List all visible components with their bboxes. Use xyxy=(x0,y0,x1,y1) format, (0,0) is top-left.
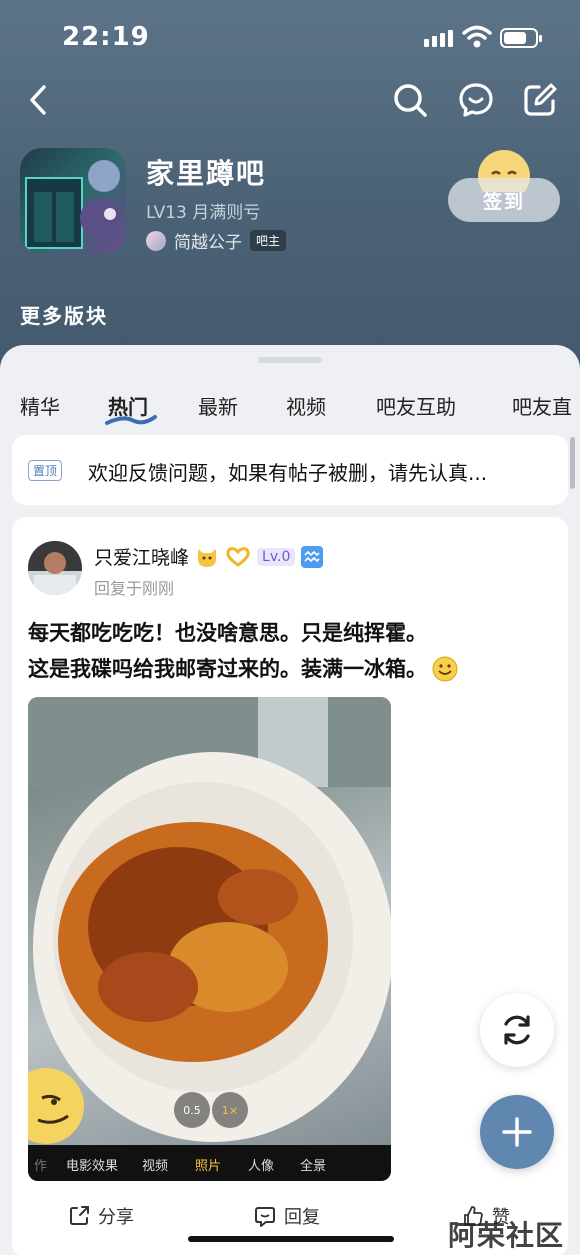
drag-handle[interactable] xyxy=(258,357,322,363)
mode-panorama: 全景 xyxy=(300,1159,327,1174)
mode-photo: 照片 xyxy=(195,1159,222,1174)
zoom-1x-button[interactable]: 1× xyxy=(212,1092,248,1128)
tab-mutual-help[interactable]: 吧友互助 xyxy=(376,391,456,420)
forum-name: 家里蹲吧 xyxy=(146,157,267,190)
active-tab-indicator xyxy=(105,415,157,425)
post-line-2: 这是我碟吗给我邮寄过来的。装满一冰箱。 xyxy=(28,657,427,681)
tab-latest[interactable]: 最新 xyxy=(198,391,238,420)
forum-level: LV13 月满则亏 xyxy=(146,203,261,223)
pinned-title: 欢迎反馈问题，如果有帖子被删，请先认真... xyxy=(88,461,488,485)
share-button[interactable]: 分享 xyxy=(68,1203,134,1229)
home-indicator[interactable] xyxy=(188,1236,394,1242)
pinned-badge: 置顶 xyxy=(28,460,63,481)
post-line-1: 每天都吃吃吃！也没啥意思。只是纯挥霍。 xyxy=(28,621,427,645)
forum-avatar-image xyxy=(25,160,120,249)
author-row: 只爱江晓峰 Lv.0 xyxy=(94,543,324,570)
reply-icon xyxy=(255,1207,275,1227)
zoom-0-5-button[interactable]: 0.5 xyxy=(174,1092,210,1128)
author-avatar-image xyxy=(28,541,82,595)
reply-button[interactable]: 回复 xyxy=(254,1203,320,1229)
signal-icon xyxy=(424,30,453,47)
new-post-button[interactable] xyxy=(480,1095,554,1169)
pinned-post[interactable]: 置顶 欢迎反馈问题，如果有帖子被删，请先认真... xyxy=(12,435,568,505)
status-bar: 22:19 xyxy=(0,0,580,80)
message-button[interactable] xyxy=(456,80,496,120)
chat-bubble-icon xyxy=(459,83,493,117)
tab-bar: 精华 热门 最新 视频 吧友互助 吧友直 xyxy=(0,385,580,427)
edit-icon xyxy=(524,83,557,116)
reply-label: 回复 xyxy=(284,1207,320,1228)
signin-button[interactable]: 签到 xyxy=(448,178,560,222)
status-time: 22:19 xyxy=(62,22,150,52)
scrollbar[interactable] xyxy=(570,437,575,489)
owner-name: 简越公子 xyxy=(174,233,242,253)
author-avatar[interactable] xyxy=(28,541,82,595)
floating-emoji-face[interactable] xyxy=(28,1068,86,1144)
battery-icon xyxy=(500,28,542,48)
watermark: 阿荣社区 xyxy=(448,1219,565,1252)
refresh-button[interactable] xyxy=(480,993,554,1067)
heart-hands-icon xyxy=(226,546,250,567)
forum-avatar[interactable] xyxy=(20,148,126,254)
back-icon xyxy=(30,85,46,115)
forum-owner[interactable]: 简越公子 吧主 xyxy=(146,228,287,253)
mode-video: 视频 xyxy=(142,1159,169,1174)
tab-live[interactable]: 吧友直 xyxy=(512,391,572,420)
share-icon xyxy=(70,1206,89,1225)
plus-icon xyxy=(502,1117,532,1147)
smile-emoji-icon xyxy=(432,656,458,682)
refresh-icon xyxy=(504,1015,530,1045)
owner-avatar xyxy=(146,230,166,251)
more-sections-link[interactable]: 更多版块 xyxy=(20,300,108,329)
mode-portrait: 人像 xyxy=(248,1159,275,1174)
wifi-icon xyxy=(462,25,492,48)
author-name[interactable]: 只爱江晓峰 xyxy=(94,543,189,570)
share-label: 分享 xyxy=(98,1207,134,1228)
search-button[interactable] xyxy=(390,80,430,120)
back-button[interactable] xyxy=(18,80,58,120)
compose-button[interactable] xyxy=(520,80,560,120)
tab-video[interactable]: 视频 xyxy=(286,391,326,420)
aquarius-icon xyxy=(301,545,324,568)
reply-time: 回复于刚刚 xyxy=(94,579,175,598)
cat-emoji-icon xyxy=(198,548,217,567)
post-content[interactable]: 每天都吃吃吃！也没啥意思。只是纯挥霍。 这是我碟吗给我邮寄过来的。装满一冰箱。 xyxy=(28,615,558,687)
tab-featured[interactable]: 精华 xyxy=(20,391,60,420)
search-icon xyxy=(394,84,427,117)
mode-cinematic: 电影效果 xyxy=(66,1159,119,1174)
level-badge: Lv.0 xyxy=(257,547,296,566)
owner-badge: 吧主 xyxy=(250,230,287,251)
mode-partial: 作 xyxy=(34,1159,48,1174)
forum-header: 22:19 家里蹲吧 LV13 月满则亏 简越公子 吧主 签到 更多版块 xyxy=(0,0,580,380)
camera-mode-bar: 作 电影效果 视频 照片 人像 全景 xyxy=(28,1145,391,1181)
